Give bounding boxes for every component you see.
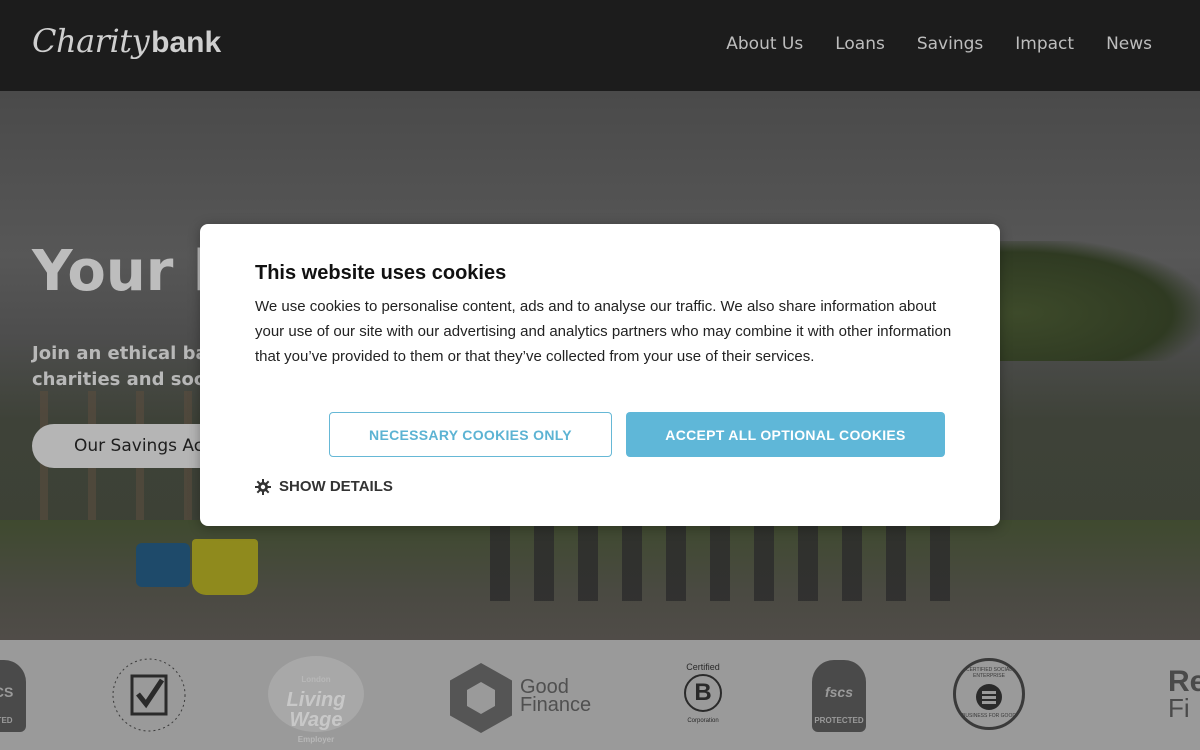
cookie-consent-dialog: This website uses cookies We use cookies… (200, 224, 1000, 526)
necessary-cookies-only-button[interactable]: NECESSARY COOKIES ONLY (329, 412, 612, 457)
show-details-toggle[interactable]: SHOW DETAILS (255, 478, 393, 495)
gear-icon (255, 478, 271, 495)
show-details-label: SHOW DETAILS (279, 478, 393, 495)
cookie-dialog-body: We use cookies to personalise content, a… (255, 298, 952, 365)
cookie-dialog-title: This website uses cookies (255, 262, 507, 284)
accept-all-optional-cookies-button[interactable]: ACCEPT ALL OPTIONAL COOKIES (626, 412, 945, 457)
